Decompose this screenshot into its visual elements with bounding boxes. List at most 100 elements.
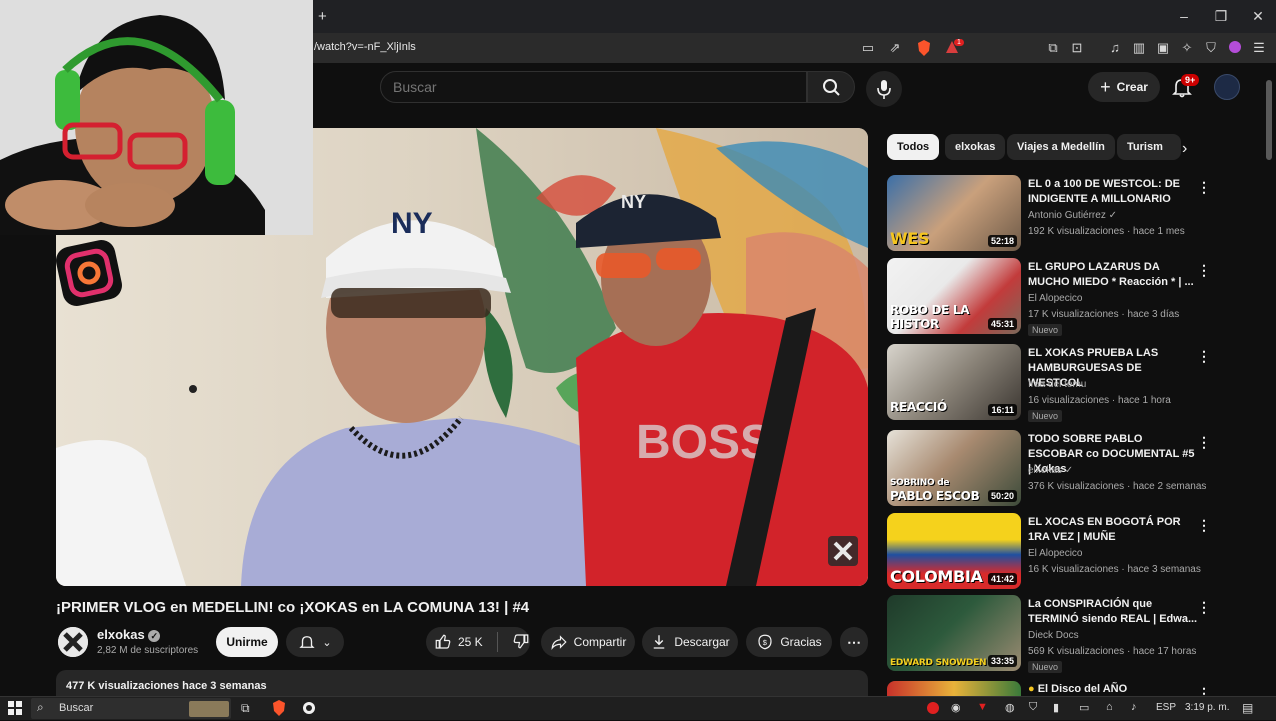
maximize-icon[interactable]: ❐ [1213, 8, 1229, 25]
create-label: Crear [1116, 80, 1148, 94]
recommendation-meta: 16 visualizaciones · hace 1 hora [1028, 395, 1171, 406]
recommendation-item[interactable]: SOBRINO de PABLO ESCOB 50:20 TODO SOBRE … [887, 430, 1217, 508]
thanks-button[interactable]: $ Gracias [746, 627, 832, 657]
account-avatar[interactable] [1214, 74, 1240, 100]
video-thumbnail[interactable]: ROBO DE LA HISTOR 45:31 [887, 258, 1021, 334]
task-view-icon[interactable]: ⧉ [241, 701, 250, 716]
download-button[interactable]: Descargar [642, 627, 738, 657]
more-vertical-icon[interactable]: ⋮ [1197, 685, 1211, 696]
sidebar-icon[interactable]: ▥ [1131, 40, 1147, 56]
extensions-icon[interactable]: ⧉ [1045, 40, 1061, 56]
taskbar-search-placeholder: Buscar [59, 702, 94, 714]
tray-mic-icon[interactable]: ▮ [1053, 701, 1059, 714]
video-thumbnail[interactable] [887, 681, 1021, 696]
recommendation-channel[interactable]: El Alopecico [1028, 548, 1082, 559]
obs-taskbar-icon[interactable] [302, 701, 316, 720]
minimize-icon[interactable]: – [1176, 8, 1192, 24]
recommendation-channel[interactable]: Antonio Gutiérrez ✓ [1028, 210, 1117, 221]
video-thumbnail[interactable]: WES 52:18 [887, 175, 1021, 251]
thumbnail-caption-top: SOBRINO de [890, 478, 950, 488]
video-duration: 52:18 [987, 235, 1017, 247]
brave-shield-icon[interactable] [916, 40, 932, 56]
channel-avatar[interactable] [58, 627, 88, 657]
volume-icon[interactable]: ♪ [1131, 701, 1137, 713]
share-icon [551, 635, 567, 650]
close-icon[interactable]: ✕ [1250, 8, 1266, 25]
clock[interactable]: 3:19 p. m. [1185, 702, 1229, 713]
like-button[interactable]: 25 K [434, 633, 483, 651]
create-button[interactable]: + Crear [1088, 72, 1160, 102]
more-vertical-icon[interactable]: ⋮ [1197, 179, 1211, 196]
profile-icon[interactable] [1227, 40, 1243, 56]
recommendation-channel[interactable]: elxokas ✓ [1028, 465, 1073, 476]
chip-elxokas[interactable]: elxokas [945, 134, 1006, 160]
more-vertical-icon[interactable]: ⋮ [1197, 262, 1211, 279]
windows-start-icon[interactable] [8, 701, 22, 720]
more-vertical-icon[interactable]: ⋮ [1197, 348, 1211, 365]
video-thumbnail[interactable]: SOBRINO de PABLO ESCOB 50:20 [887, 430, 1021, 506]
brave-taskbar-icon[interactable] [272, 700, 286, 721]
video-thumbnail[interactable]: REACCIÓ 16:11 [887, 344, 1021, 420]
like-dislike-group: 25 K [426, 627, 530, 657]
search-box[interactable] [380, 71, 807, 103]
recommendation-item[interactable]: COLOMBIA 41:42 EL XOCAS EN BOGOTÁ POR 1R… [887, 513, 1217, 591]
recommendation-item[interactable]: EDWARD SNOWDEN 33:35 La CONSPIRACIÓN que… [887, 595, 1217, 673]
more-vertical-icon[interactable]: ⋮ [1197, 434, 1211, 451]
search-button[interactable] [807, 71, 855, 103]
recommendation-item[interactable]: ROBO DE LA HISTOR 45:31 EL GRUPO LAZARUS… [887, 258, 1217, 336]
webcam-frame [0, 0, 313, 235]
more-vertical-icon[interactable]: ⋮ [1197, 599, 1211, 616]
recommendation-item[interactable]: WES 52:18 EL 0 a 100 DE WESTCOL: DE INDI… [887, 175, 1217, 253]
video-thumbnail[interactable]: COLOMBIA 41:42 [887, 513, 1021, 589]
tray-shield-icon[interactable]: ⛉ [1029, 701, 1037, 714]
more-vertical-icon[interactable]: ⋮ [1197, 517, 1211, 534]
taskbar-search[interactable]: ⌕ Buscar [31, 698, 231, 719]
chip-todos[interactable]: Todos [887, 134, 940, 160]
more-actions-button[interactable]: ⋯ [840, 627, 868, 657]
channel-watermark-icon[interactable] [828, 536, 858, 566]
new-tab-button[interactable]: + [318, 8, 327, 25]
super-thanks-icon: $ [758, 634, 772, 650]
music-icon[interactable]: ♫ [1107, 40, 1123, 56]
network-icon[interactable]: ⌂ [1106, 701, 1113, 713]
recommendation-item[interactable]: ● El Disco del AÑO ⋮ [887, 681, 1217, 696]
voice-search-button[interactable] [866, 71, 902, 107]
language-indicator[interactable]: ESP [1156, 702, 1176, 713]
recommendation-item[interactable]: REACCIÓ 16:11 EL XOKAS PRUEBA LAS HAMBUR… [887, 344, 1217, 422]
dislike-button[interactable] [512, 632, 530, 653]
cast-icon[interactable]: ▭ [860, 40, 876, 56]
recommendation-channel[interactable]: El Alopecico [1028, 293, 1082, 304]
search-icon: ⌕ [37, 700, 44, 714]
notification-badge: 9+ [1181, 74, 1200, 86]
search-icon [823, 79, 840, 96]
menu-icon[interactable]: ☰ [1251, 40, 1267, 56]
recommendation-channel[interactable]: Iraa del temu [1028, 379, 1086, 390]
chip-viajes-medellin[interactable]: Viajes a Medellín [1007, 134, 1115, 160]
channel-name[interactable]: elxokas ✓ [97, 627, 161, 642]
screenshot-icon[interactable]: ⊡ [1069, 40, 1085, 56]
recommendation-channel[interactable]: Dieck Docs [1028, 630, 1079, 641]
webcam-overlay [0, 0, 313, 235]
subscription-bell-button[interactable]: ⌄ [286, 627, 344, 657]
notification-center-icon[interactable]: ▤ [1242, 701, 1253, 715]
chip-turismo[interactable]: Turism [1117, 134, 1181, 160]
tray-brave-icon[interactable]: ▼ [977, 701, 988, 713]
video-duration: 41:42 [987, 573, 1017, 585]
plus-icon: + [1100, 76, 1111, 97]
share-page-icon[interactable]: ⇗ [887, 40, 903, 56]
chevron-right-icon[interactable]: › [1182, 140, 1187, 158]
search-input[interactable] [381, 72, 806, 102]
vpn-icon[interactable]: ⛉ [1203, 40, 1219, 56]
tray-obs-icon[interactable]: ◍ [1005, 701, 1015, 714]
share-button[interactable]: Compartir [541, 627, 635, 657]
record-tray-icon[interactable] [926, 701, 940, 720]
wallet-icon[interactable]: ▣ [1155, 40, 1171, 56]
shirt-text: BOSS [636, 416, 772, 469]
tray-app-icon[interactable]: ◉ [951, 701, 961, 714]
video-thumbnail[interactable]: EDWARD SNOWDEN 33:35 [887, 595, 1021, 671]
join-button[interactable]: Unirme [216, 627, 278, 657]
tray-monitor-icon[interactable]: ▭ [1079, 701, 1089, 714]
page-scrollbar[interactable] [1266, 80, 1272, 160]
url-text[interactable]: /watch?v=-nF_XljInls [314, 41, 416, 53]
leo-ai-icon[interactable]: ✧ [1179, 40, 1195, 56]
